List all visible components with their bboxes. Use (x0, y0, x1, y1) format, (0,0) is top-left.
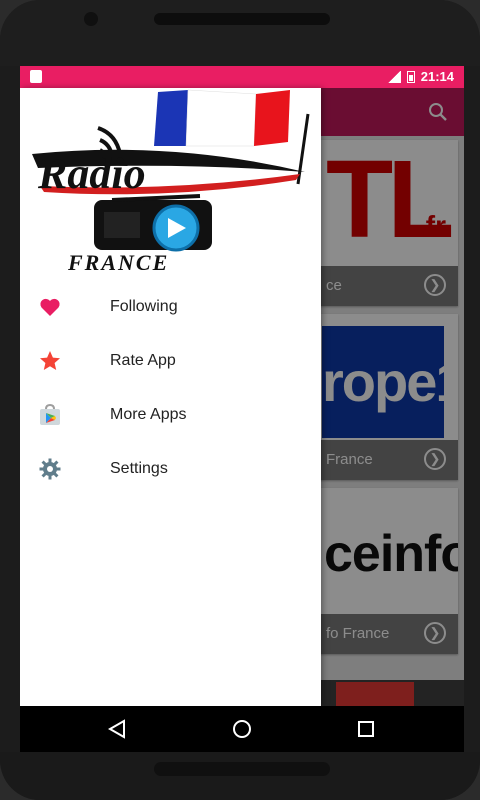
menu-label: Settings (110, 460, 168, 477)
notification-icon (30, 70, 42, 83)
heart-icon (40, 298, 60, 316)
play-store-icon (40, 403, 60, 425)
logo-subtitle: FRANCE (67, 250, 169, 275)
system-nav-bar (20, 706, 464, 752)
menu-item-more-apps[interactable]: More Apps (20, 388, 321, 442)
recents-icon[interactable] (336, 706, 396, 752)
menu-label: Following (110, 298, 178, 315)
drawer-menu: Following Rate App More Apps Settings (20, 280, 321, 496)
bottom-speaker (154, 762, 330, 776)
menu-item-following[interactable]: Following (20, 280, 321, 334)
star-icon (40, 351, 60, 370)
home-icon[interactable] (212, 706, 272, 752)
back-icon[interactable] (86, 706, 146, 752)
phone-top-bezel (0, 0, 480, 66)
phone-frame: 21:14 TL .fr ce ❯ rope France ❯ ceinfo f… (0, 0, 480, 800)
menu-item-settings[interactable]: Settings (20, 442, 321, 496)
front-camera (84, 12, 98, 26)
status-time: 21:14 (420, 69, 454, 84)
battery-icon (406, 70, 415, 83)
menu-item-rate-app[interactable]: Rate App (20, 334, 321, 388)
radio-icon (94, 194, 212, 252)
navigation-drawer: Radio FRANCE Following Rate App More App… (20, 88, 321, 706)
menu-label: More Apps (110, 406, 187, 423)
status-bar: 21:14 (20, 66, 464, 88)
signal-icon (386, 70, 401, 83)
screen: 21:14 TL .fr ce ❯ rope France ❯ ceinfo f… (20, 66, 464, 752)
logo-title: Radio (37, 149, 146, 198)
gear-icon (39, 458, 61, 480)
menu-label: Rate App (110, 352, 176, 369)
radio-france-logo: Radio FRANCE (20, 88, 321, 278)
earpiece-speaker (154, 13, 330, 25)
phone-bottom-bezel (0, 752, 480, 800)
